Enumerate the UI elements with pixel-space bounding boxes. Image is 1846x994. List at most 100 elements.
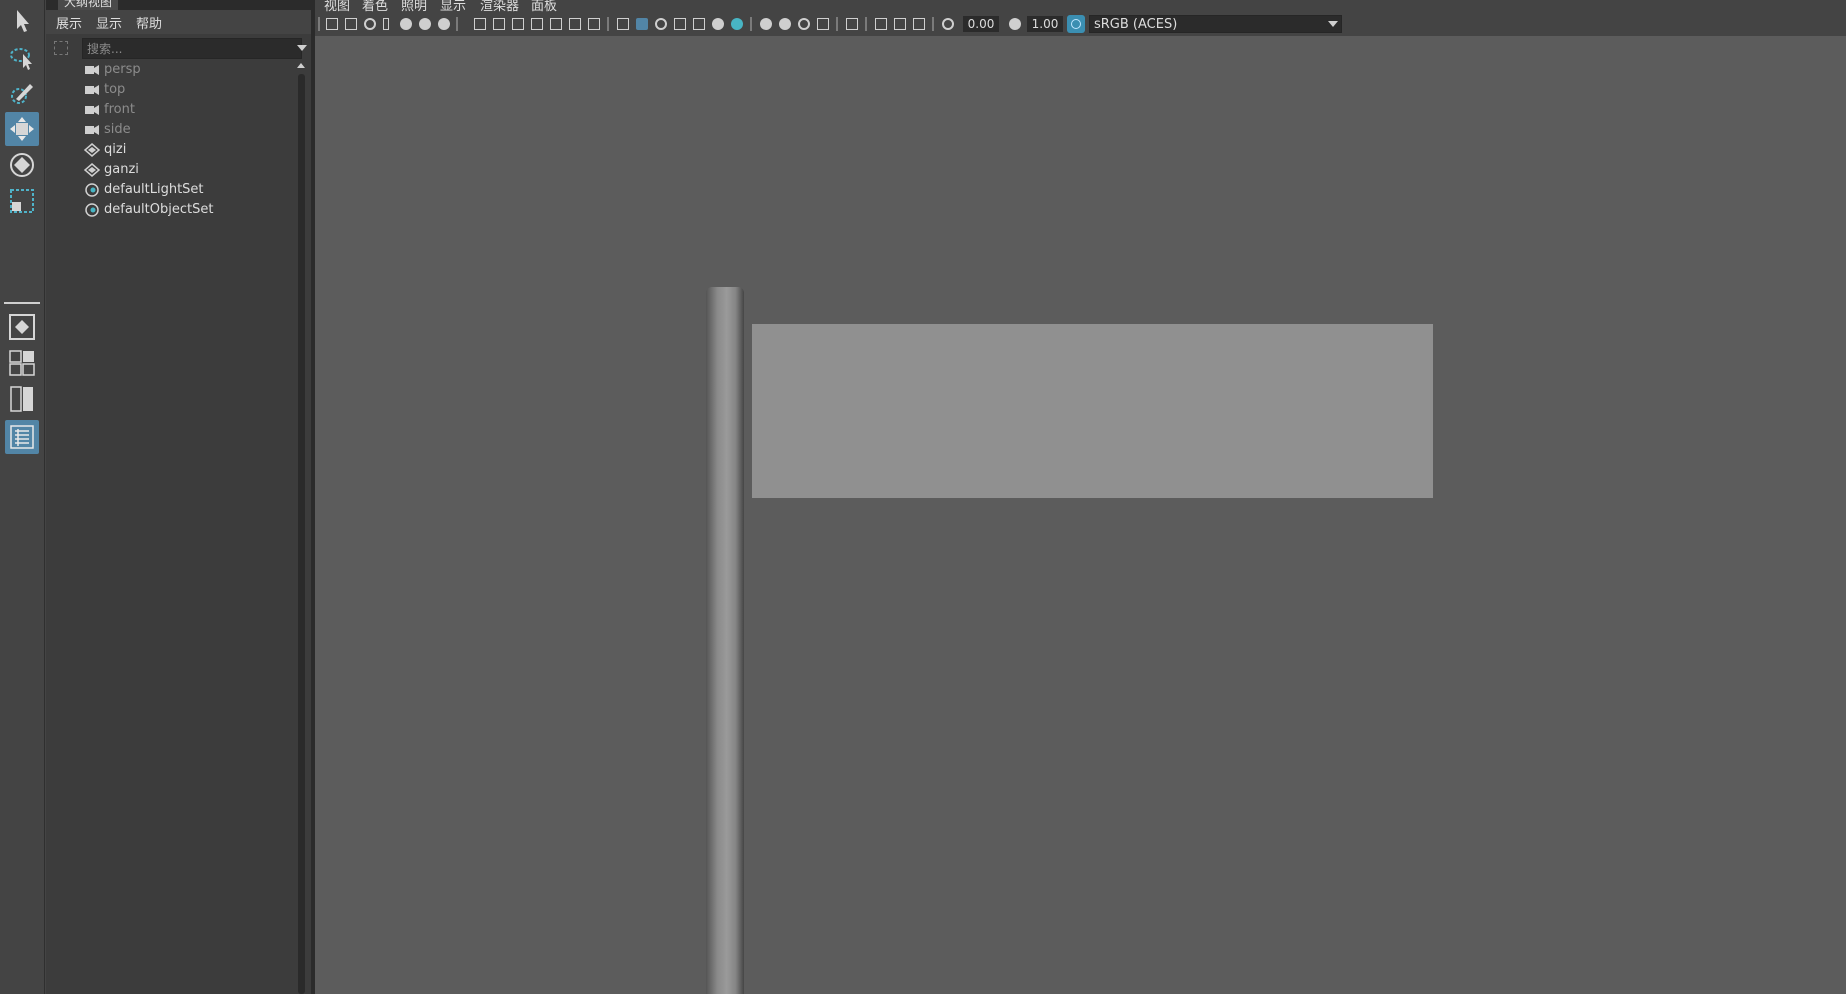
resolution-gate-icon[interactable] [512, 18, 524, 30]
two-d-pan-zoom-icon[interactable] [400, 18, 412, 30]
outliner-item-label: defaultLightSet [104, 182, 204, 197]
scroll-thumb[interactable] [298, 74, 305, 994]
film-gate-icon[interactable] [438, 18, 450, 30]
outliner-item-persp[interactable]: persp [46, 60, 294, 80]
menu-display[interactable]: 展示 [56, 13, 82, 32]
outliner-layout-button[interactable] [5, 420, 39, 454]
camera-icon [85, 85, 99, 95]
isolate-select-icon[interactable] [846, 18, 858, 30]
screen-space-ao-icon[interactable] [760, 18, 772, 30]
exposure-field[interactable]: 0.00 [963, 16, 999, 32]
menu-help[interactable]: 帮助 [136, 13, 162, 32]
chevron-down-icon [1328, 21, 1338, 27]
scroll-up-arrow-icon[interactable] [297, 63, 305, 68]
anti-aliasing-icon[interactable] [798, 18, 810, 30]
outliner-item-side[interactable]: side [46, 120, 294, 140]
motion-blur-icon[interactable] [779, 18, 791, 30]
wireframe-on-shaded-icon[interactable] [674, 18, 686, 30]
camera-icon [85, 105, 99, 115]
rotate-tool-button[interactable] [5, 148, 39, 182]
bookmarks-icon[interactable] [364, 18, 376, 30]
gamma-icon[interactable] [1009, 18, 1021, 30]
outliner-item-label: front [104, 102, 135, 117]
scale-tool-button[interactable] [5, 184, 39, 218]
color-management-icon[interactable] [1067, 15, 1085, 33]
camera-attributes-icon[interactable] [345, 18, 357, 30]
select-tool-button[interactable] [5, 4, 39, 38]
camera-icon [85, 65, 99, 75]
select-camera-icon[interactable] [326, 18, 338, 30]
menu-renderer[interactable]: 渲染器 [480, 0, 519, 12]
four-view-layout-icon [9, 350, 35, 376]
color-space-label: sRGB (ACES) [1094, 17, 1178, 32]
search-filter-icon[interactable] [54, 41, 68, 55]
toolbar-separator [318, 17, 320, 31]
image-plane-icon[interactable] [383, 18, 389, 30]
gate-mask-icon[interactable] [531, 18, 543, 30]
menu-show[interactable]: 显示 [96, 13, 122, 32]
outliner-item-front[interactable]: front [46, 100, 294, 120]
scene-flag[interactable] [752, 324, 1433, 498]
object-set-icon [85, 183, 99, 197]
outliner-item-ganzi[interactable]: ganzi [46, 160, 294, 180]
menu-view[interactable]: 视图 [324, 0, 350, 12]
smooth-shade-icon[interactable] [636, 18, 648, 30]
menu-shading[interactable]: 着色 [362, 0, 388, 12]
exposure-icon[interactable] [942, 18, 954, 30]
outliner-item-label: ganzi [104, 162, 139, 177]
safe-action-icon[interactable] [569, 18, 581, 30]
four-view-layout-button[interactable] [5, 346, 39, 380]
xray-icon[interactable] [875, 18, 887, 30]
viewport-panel[interactable]: 视图 着色 照明 显示 渲染器 面板 0.00 1.00 sRGB (ACES) [315, 0, 1846, 994]
default-material-icon[interactable] [655, 18, 667, 30]
two-view-layout-icon [10, 386, 33, 412]
camera-icon [85, 125, 99, 135]
outliner-scrollbar[interactable] [296, 60, 307, 994]
toolbar-separator [932, 17, 934, 31]
move-tool-button[interactable] [5, 112, 39, 146]
outliner-item-qizi[interactable]: qizi [46, 140, 294, 160]
outliner-item-defaultlightset[interactable]: defaultLightSet [46, 180, 294, 200]
mesh-transform-icon [84, 163, 100, 177]
grease-pencil-icon[interactable] [419, 18, 431, 30]
rotate-tool-icon [10, 153, 34, 177]
xray-joints-icon[interactable] [913, 18, 925, 30]
menu-panels[interactable]: 面板 [531, 0, 557, 12]
outliner-item-top[interactable]: top [46, 80, 294, 100]
film-gate-display-icon[interactable] [493, 18, 505, 30]
outliner-item-defaultobjectset[interactable]: defaultObjectSet [46, 200, 294, 220]
two-view-layout-button[interactable] [5, 382, 39, 416]
use-all-lights-icon[interactable] [712, 18, 724, 30]
outliner-search-bar [52, 38, 307, 60]
wireframe-icon[interactable] [617, 18, 629, 30]
viewport-menu-bar: 视图 着色 照明 显示 渲染器 面板 [315, 0, 1846, 12]
outliner-panel: 大纲视图 展示 显示 帮助 persp top front side qizi [46, 0, 311, 994]
xray-active-components-icon[interactable] [894, 18, 906, 30]
depth-of-field-icon[interactable] [817, 18, 829, 30]
toolbox-separator [4, 302, 40, 304]
outliner-title: 大纲视图 [58, 0, 119, 10]
toolbar-separator [607, 17, 609, 31]
search-input[interactable] [82, 38, 302, 59]
chevron-down-icon[interactable] [297, 45, 307, 51]
outliner-item-label: side [104, 122, 131, 137]
outliner-title-tab[interactable]: 大纲视图 [46, 0, 311, 10]
field-chart-icon[interactable] [550, 18, 562, 30]
paint-select-tool-button[interactable] [5, 76, 39, 110]
single-perspective-layout-button[interactable] [5, 310, 39, 344]
toolbar-separator [750, 17, 752, 31]
grid-icon[interactable] [474, 18, 486, 30]
lasso-tool-button[interactable] [5, 40, 39, 74]
outliner-item-label: qizi [104, 142, 127, 157]
outliner-layout-icon [10, 425, 34, 449]
safe-title-icon[interactable] [588, 18, 600, 30]
textured-icon[interactable] [693, 18, 705, 30]
gamma-field[interactable]: 1.00 [1027, 16, 1063, 32]
menu-lighting[interactable]: 照明 [401, 0, 427, 12]
color-space-dropdown[interactable]: sRGB (ACES) [1089, 15, 1342, 33]
shadows-icon[interactable] [731, 18, 743, 30]
scene-flagpole[interactable] [706, 287, 744, 994]
menu-show[interactable]: 显示 [440, 0, 466, 12]
outliner-menu-bar: 展示 显示 帮助 [46, 10, 311, 34]
object-set-icon [85, 203, 99, 217]
